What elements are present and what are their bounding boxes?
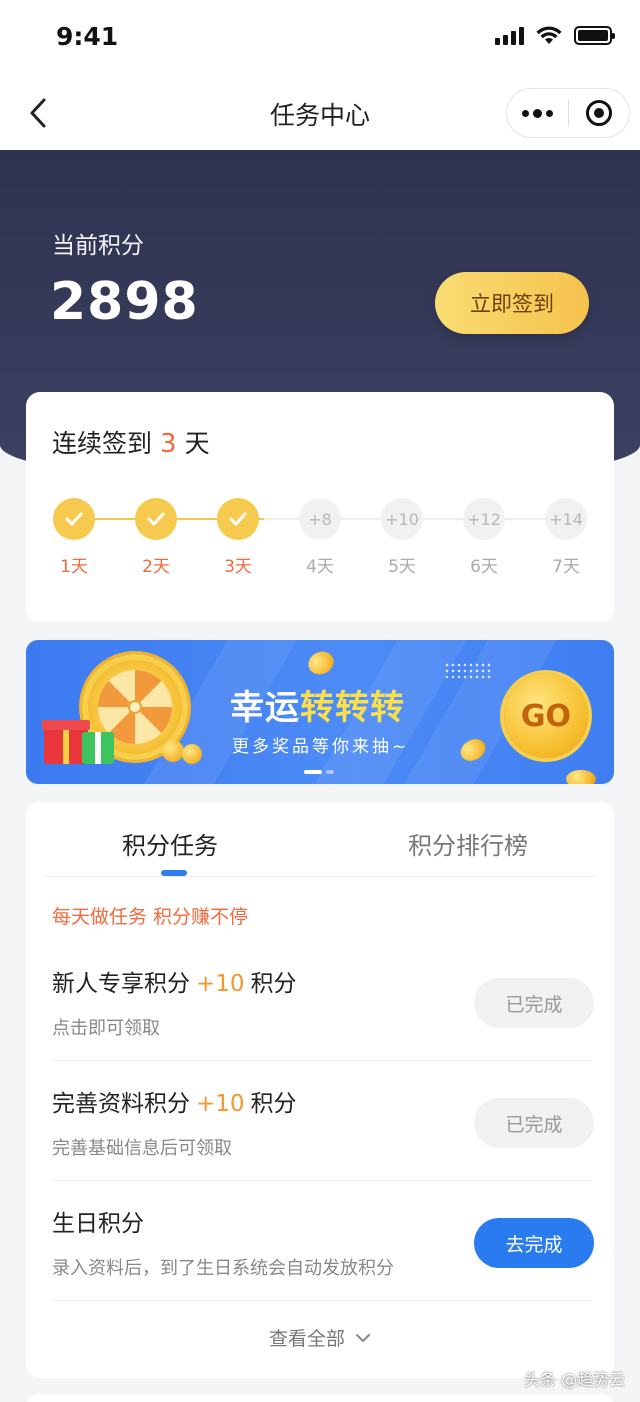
- step-reward: +8: [299, 498, 341, 540]
- task-divider: [52, 1180, 592, 1181]
- cellular-signal-icon: [495, 26, 524, 45]
- step-day-label: 5天: [388, 557, 416, 577]
- task-description: 完善基础信息后可领取: [52, 1138, 232, 1159]
- signin-streak-card: 连续签到 3 天 1天 2天 3天 +8 4天 +10 5天 +12 6天 +14 7天: [26, 392, 614, 622]
- banner-title: 幸运转转转: [230, 688, 405, 728]
- nav-bar: 任务中心: [0, 76, 640, 150]
- step-day-label: 4天: [306, 557, 334, 577]
- task-title: 生日积分: [52, 1211, 144, 1237]
- status-time: 9:41: [56, 22, 119, 51]
- task-tabs: 积分任务 积分排行榜: [26, 802, 614, 878]
- target-icon: [585, 100, 612, 126]
- task-go-button[interactable]: 去完成: [474, 1218, 594, 1268]
- task-title: 完善资料积分 +10 积分: [52, 1091, 297, 1117]
- banner-pager: [304, 770, 334, 774]
- watermark: 头条 @趋势云: [524, 1370, 626, 1389]
- streak-title-suffix: 天: [184, 429, 210, 458]
- tab-points-tasks[interactable]: 积分任务: [122, 826, 218, 861]
- step-day-label: 1天: [60, 557, 88, 577]
- points-label: 当前积分: [52, 233, 144, 259]
- streak-step: +14 7天: [544, 498, 588, 577]
- chevron-down-icon: [356, 1333, 370, 1342]
- streak-step: +8 4天: [298, 498, 342, 577]
- task-completed-button[interactable]: 已完成: [474, 978, 594, 1028]
- view-all-label: 查看全部: [268, 1328, 345, 1350]
- more-button[interactable]: [507, 89, 568, 137]
- step-reward: +14: [545, 498, 587, 540]
- tabs-divider: [42, 876, 598, 877]
- status-bar: 9:41: [0, 0, 640, 76]
- more-dots-icon: [522, 109, 529, 117]
- task-item-profile: 完善资料积分 +10 积分 完善基础信息后可领取 已完成: [52, 1084, 594, 1204]
- coin-icon: [182, 744, 202, 764]
- lucky-wheel-banner[interactable]: 幸运转转转 更多奖品等你来抽~ GO: [26, 640, 614, 784]
- step-day-label: 7天: [552, 557, 580, 577]
- checkmark-icon: [217, 498, 259, 540]
- step-day-label: 6天: [470, 557, 498, 577]
- next-card-edge: [26, 1394, 614, 1402]
- streak-step: 2天: [134, 498, 178, 577]
- go-button[interactable]: GO: [504, 674, 588, 758]
- task-divider: [52, 1060, 592, 1061]
- view-all-link[interactable]: 查看全部: [26, 1324, 614, 1351]
- mini-program-capsule: [506, 88, 630, 138]
- streak-step: +10 5天: [380, 498, 424, 577]
- coin-icon: [162, 740, 184, 762]
- status-icons: [495, 26, 615, 45]
- checkmark-icon: [135, 498, 177, 540]
- gift-box-small-icon: [82, 732, 114, 764]
- coin-icon: [566, 770, 596, 784]
- task-completed-button[interactable]: 已完成: [474, 1098, 594, 1148]
- step-day-label: 2天: [142, 557, 170, 577]
- signin-button[interactable]: 立即签到: [435, 272, 589, 334]
- dot-pattern: [444, 662, 492, 680]
- points-value: 2898: [50, 272, 199, 332]
- task-title: 新人专享积分 +10 积分: [52, 971, 297, 997]
- task-item-birthday: 生日积分 录入资料后，到了生日系统会自动发放积分 去完成: [52, 1204, 594, 1324]
- task-description: 点击即可领取: [52, 1018, 160, 1039]
- streak-step: +12 6天: [462, 498, 506, 577]
- streak-steps: 1天 2天 3天 +8 4天 +10 5天 +12 6天 +14 7天: [52, 498, 592, 578]
- step-reward: +12: [463, 498, 505, 540]
- task-item-newcomer: 新人专享积分 +10 积分 点击即可领取 已完成: [52, 964, 594, 1084]
- coin-icon: [304, 647, 338, 679]
- tab-points-ranking[interactable]: 积分排行榜: [408, 826, 528, 861]
- task-divider: [52, 1300, 592, 1301]
- step-day-label: 3天: [224, 557, 252, 577]
- streak-days: 3: [160, 429, 177, 459]
- streak-title-prefix: 连续签到: [52, 429, 153, 458]
- task-description: 录入资料后，到了生日系统会自动发放积分: [52, 1258, 394, 1279]
- streak-step: 1天: [52, 498, 96, 577]
- banner-subtitle: 更多奖品等你来抽~: [232, 737, 410, 757]
- step-reward: +10: [381, 498, 423, 540]
- streak-step: 3天: [216, 498, 260, 577]
- tasks-card: 积分任务 积分排行榜 每天做任务 积分赚不停 新人专享积分 +10 积分 点击即…: [26, 802, 614, 1378]
- tasks-slogan: 每天做任务 积分赚不停: [52, 906, 249, 928]
- checkmark-icon: [53, 498, 95, 540]
- streak-title: 连续签到 3 天: [52, 424, 210, 460]
- close-mini-program-button[interactable]: [569, 89, 629, 137]
- wifi-icon: [536, 26, 562, 44]
- battery-icon: [574, 26, 615, 45]
